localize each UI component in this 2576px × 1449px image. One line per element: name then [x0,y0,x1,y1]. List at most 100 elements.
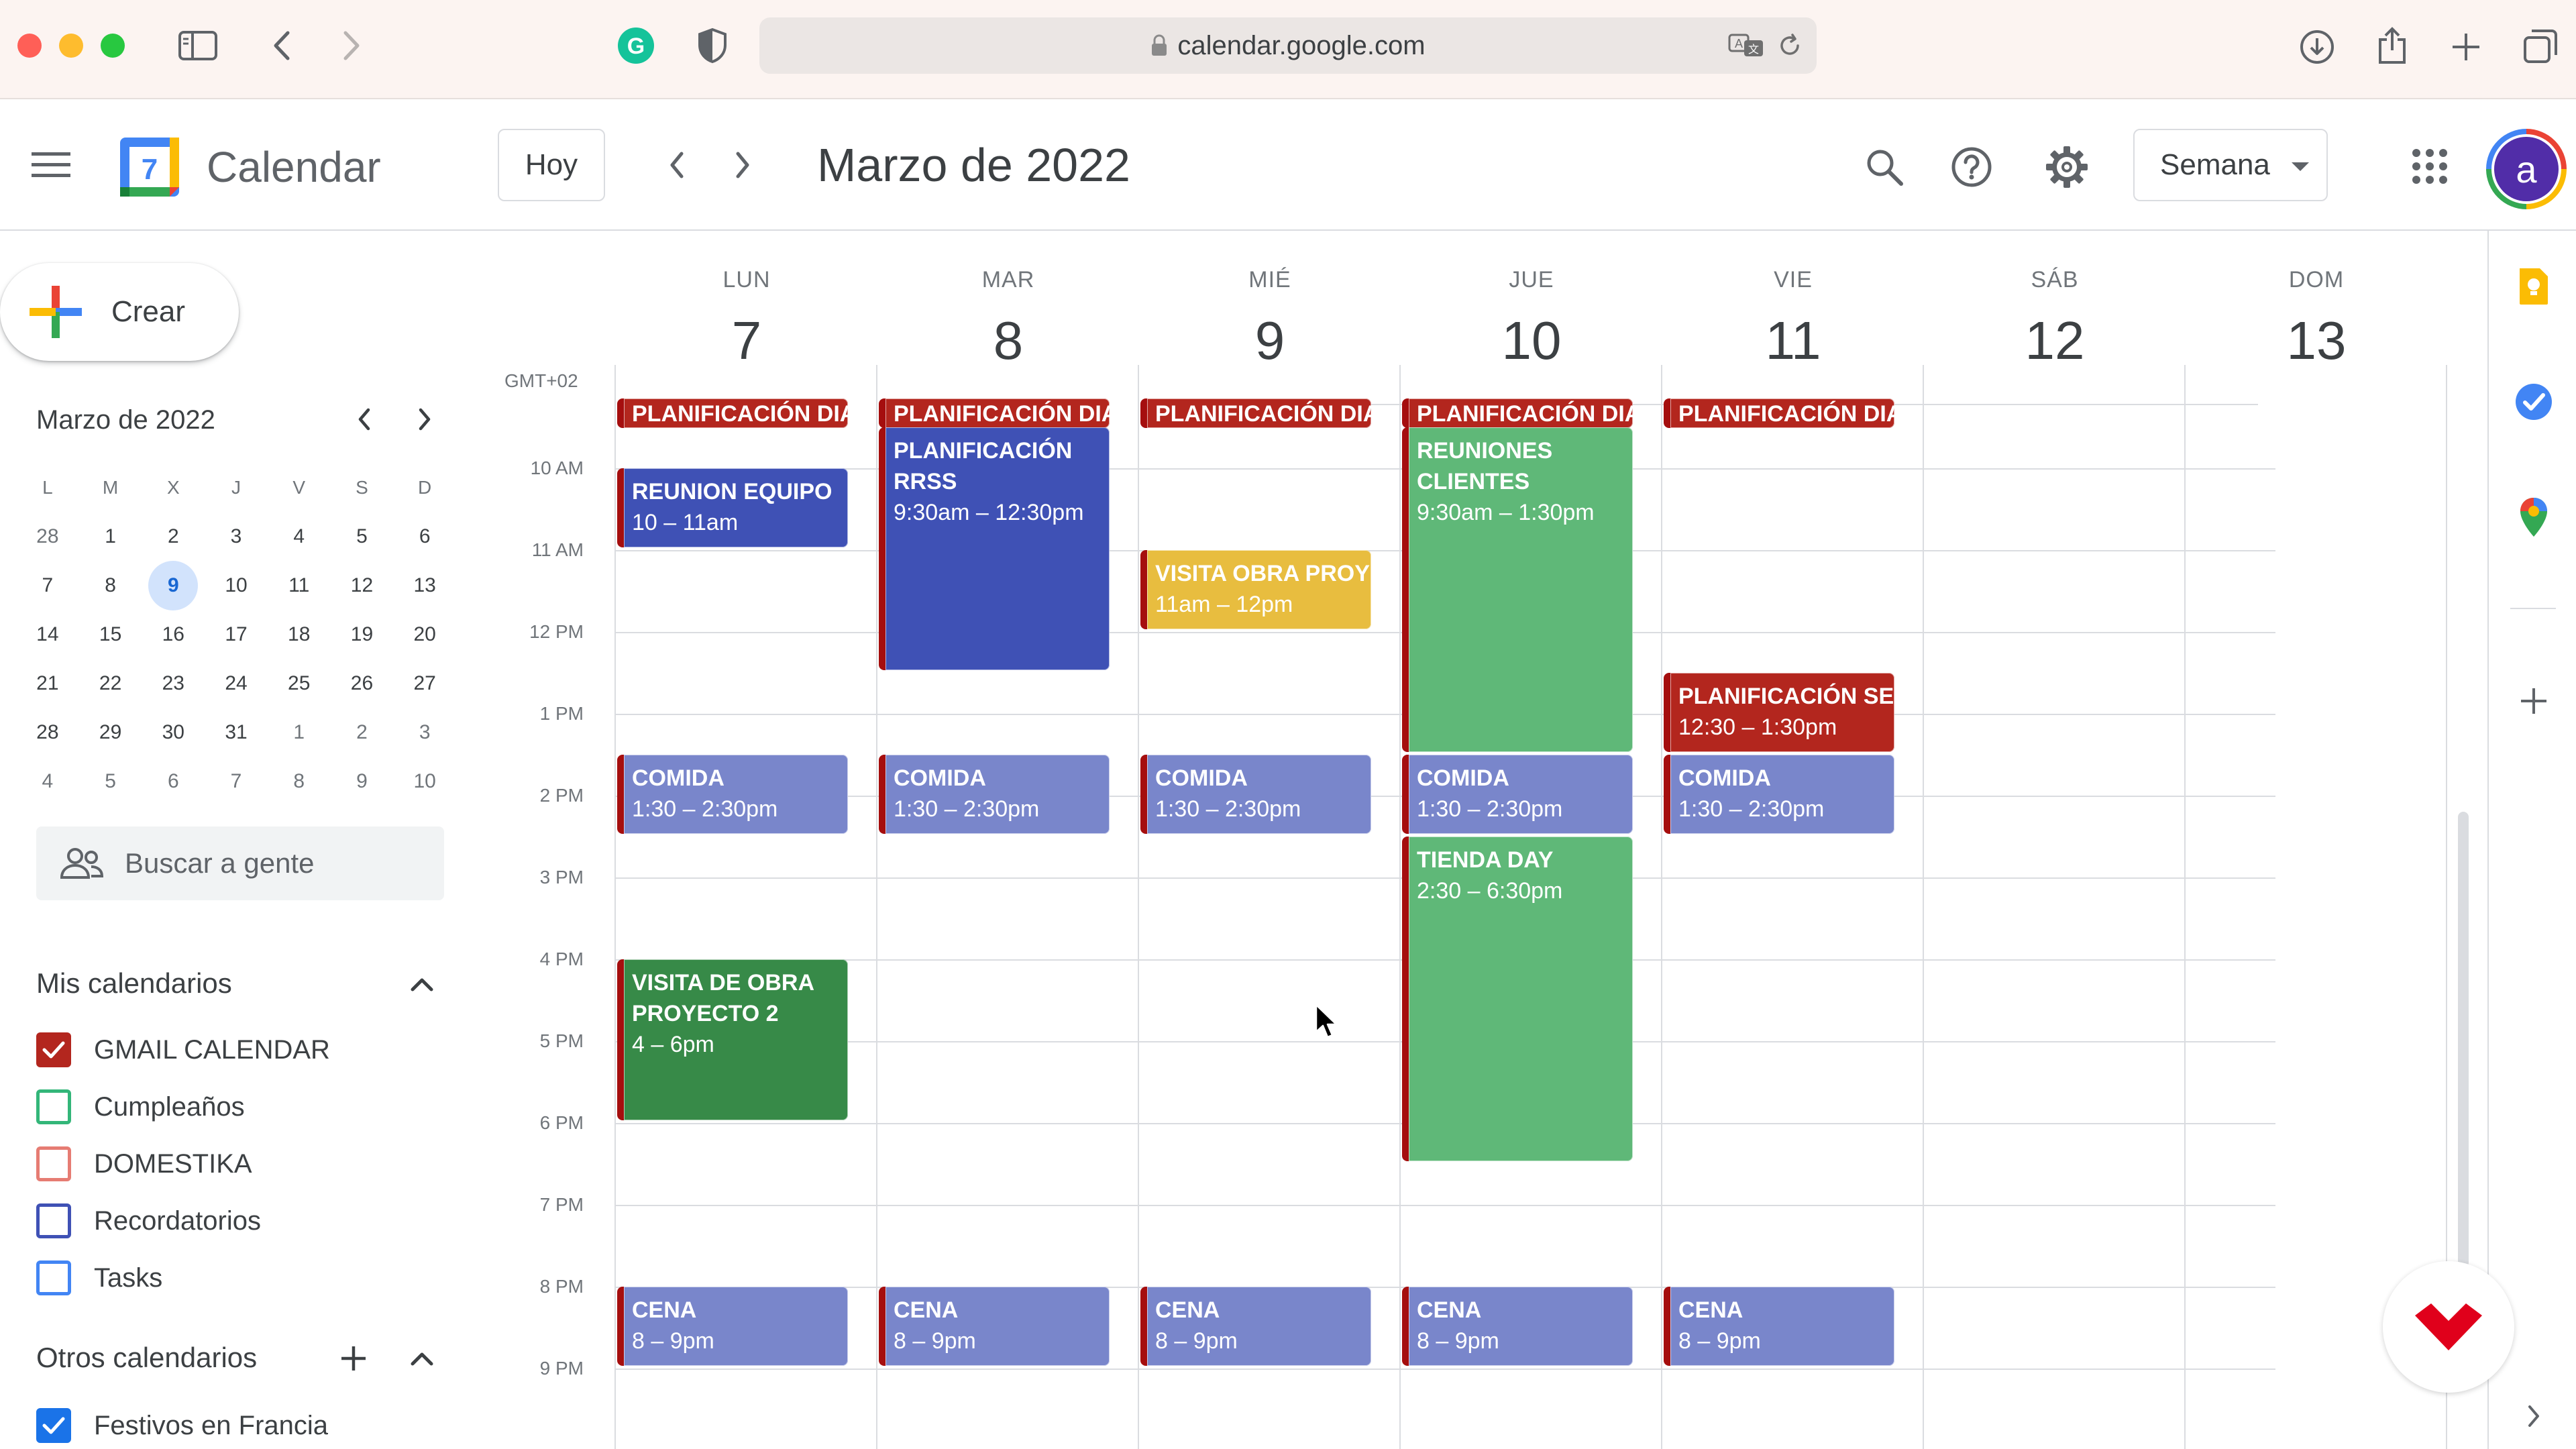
next-week-icon[interactable] [726,145,759,185]
mini-day[interactable]: 8 [268,770,331,793]
mini-day[interactable]: 2 [331,721,394,744]
mini-day[interactable]: 7 [16,574,79,597]
calendar-event[interactable]: CENA 8 – 9pm [1664,1286,1894,1366]
calendar-event[interactable]: TIENDA DAY 2:30 – 6:30pm [1402,836,1633,1161]
calendar-event[interactable]: REUNIONES CLIENTES 9:30am – 1:30pm [1402,427,1633,752]
reload-icon[interactable] [1778,34,1802,58]
mini-day[interactable]: 15 [79,623,142,646]
mini-day[interactable]: 23 [142,672,205,695]
zoom-window-button[interactable] [101,34,125,58]
calendar-item[interactable]: Tasks [36,1254,162,1301]
day-date[interactable]: 9 [1139,310,1401,372]
calendar-event[interactable]: COMIDA 1:30 – 2:30pm [617,754,848,834]
maps-icon[interactable] [2513,496,2555,538]
mini-prev-month-icon[interactable] [347,402,381,436]
domestika-badge[interactable] [2383,1261,2514,1393]
mini-day[interactable]: 6 [393,525,456,548]
mini-day[interactable]: 9 [142,560,205,610]
mini-day[interactable]: 27 [393,672,456,695]
mini-day[interactable]: 12 [331,574,394,597]
mini-day[interactable]: 7 [205,770,268,793]
mini-day[interactable]: 26 [331,672,394,695]
mini-day[interactable]: 10 [205,574,268,597]
tasks-icon[interactable] [2513,381,2555,423]
translate-icon[interactable]: A文 [1728,32,1766,59]
calendar-event[interactable]: VISITA DE OBRA PROYECTO 2 4 – 6pm [617,959,848,1120]
search-people-box[interactable] [36,826,444,900]
account-avatar[interactable]: a [2486,129,2567,209]
calendar-checkbox[interactable] [36,1089,71,1124]
calendar-event[interactable]: CENA 8 – 9pm [617,1286,848,1366]
mini-day[interactable]: 6 [142,770,205,793]
downloads-icon[interactable] [2297,27,2337,67]
collapse-my-calendars-icon[interactable] [405,970,439,1000]
day-date[interactable]: 8 [877,310,1139,372]
calendar-event[interactable]: PLANIFICACIÓN DIA [1140,398,1371,428]
day-header[interactable]: SÁB 12 [1924,231,2186,378]
sidebar-toggle-icon[interactable] [174,27,221,64]
grammarly-extension-icon[interactable]: G [616,25,656,66]
mini-day[interactable]: 25 [268,672,331,695]
calendar-checkbox[interactable] [36,1032,71,1067]
calendar-event[interactable]: COMIDA 1:30 – 2:30pm [1140,754,1371,834]
mini-day[interactable]: 14 [16,623,79,646]
mini-day[interactable]: 11 [268,574,331,597]
calendar-event[interactable]: PLANIFICACIÓN RRSS 9:30am – 12:30pm [879,427,1110,670]
calendar-checkbox[interactable] [36,1203,71,1238]
calendar-logo-icon[interactable]: 7 [117,134,182,200]
mini-day[interactable]: 2 [142,525,205,548]
share-icon[interactable] [2372,24,2412,67]
mini-day[interactable]: 9 [331,770,394,793]
mini-day[interactable]: 5 [331,525,394,548]
day-date[interactable]: 13 [2186,310,2447,372]
calendar-item[interactable]: Festivos en Francia [36,1402,328,1449]
close-window-button[interactable] [17,34,42,58]
search-people-input[interactable] [125,847,433,879]
address-bar[interactable]: calendar.google.com A文 [759,17,1817,74]
calendar-item[interactable]: Recordatorios [36,1197,261,1244]
calendar-event[interactable]: CENA 8 – 9pm [1402,1286,1633,1366]
google-apps-icon[interactable] [2410,146,2450,186]
search-icon[interactable] [1862,145,1907,189]
calendar-checkbox[interactable] [36,1146,71,1181]
mini-day[interactable]: 8 [79,574,142,597]
calendar-checkbox[interactable] [36,1408,71,1443]
mini-day[interactable]: 30 [142,721,205,744]
day-header[interactable]: DOM 13 [2186,231,2447,378]
get-addons-plus-icon[interactable] [2513,680,2555,722]
calendar-item[interactable]: DOMESTIKA [36,1140,252,1187]
mini-day[interactable]: 10 [393,770,456,793]
expand-panel-icon[interactable] [2513,1395,2555,1437]
calendar-checkbox[interactable] [36,1260,71,1295]
calendar-event[interactable]: CENA 8 – 9pm [1140,1286,1371,1366]
mini-next-month-icon[interactable] [408,402,441,436]
mini-day[interactable]: 1 [268,721,331,744]
collapse-other-calendars-icon[interactable] [405,1344,439,1374]
calendar-event[interactable]: PLANIFICACIÓN DIA [1402,398,1633,428]
calendar-event[interactable]: PLANIFICACIÓN DIA [879,398,1110,428]
day-date[interactable]: 7 [616,310,877,372]
keep-icon[interactable] [2513,266,2555,307]
new-tab-icon[interactable] [2446,27,2486,67]
view-selector-button[interactable]: Semana [2133,129,2328,201]
minimize-window-button[interactable] [59,34,83,58]
mini-day[interactable]: 16 [142,623,205,646]
mini-day[interactable]: 1 [79,525,142,548]
mini-day[interactable]: 28 [16,525,79,548]
mini-day[interactable]: 22 [79,672,142,695]
calendar-event[interactable]: CENA 8 – 9pm [879,1286,1110,1366]
calendar-event[interactable]: COMIDA 1:30 – 2:30pm [1664,754,1894,834]
calendar-event[interactable]: COMIDA 1:30 – 2:30pm [879,754,1110,834]
calendar-event[interactable]: COMIDA 1:30 – 2:30pm [1402,754,1633,834]
mini-day[interactable]: 3 [205,525,268,548]
mini-day[interactable]: 19 [331,623,394,646]
calendar-event[interactable]: PLANIFICACIÓN SEMANA 12:30 – 1:30pm [1664,672,1894,752]
today-button[interactable]: Hoy [498,129,605,201]
create-event-button[interactable]: Crear [0,263,239,361]
mini-day[interactable]: 17 [205,623,268,646]
mini-day[interactable]: 13 [393,574,456,597]
day-date[interactable]: 11 [1662,310,1924,372]
day-header[interactable]: LUN 7 [616,231,877,378]
mini-day[interactable]: 21 [16,672,79,695]
mini-day[interactable]: 3 [393,721,456,744]
